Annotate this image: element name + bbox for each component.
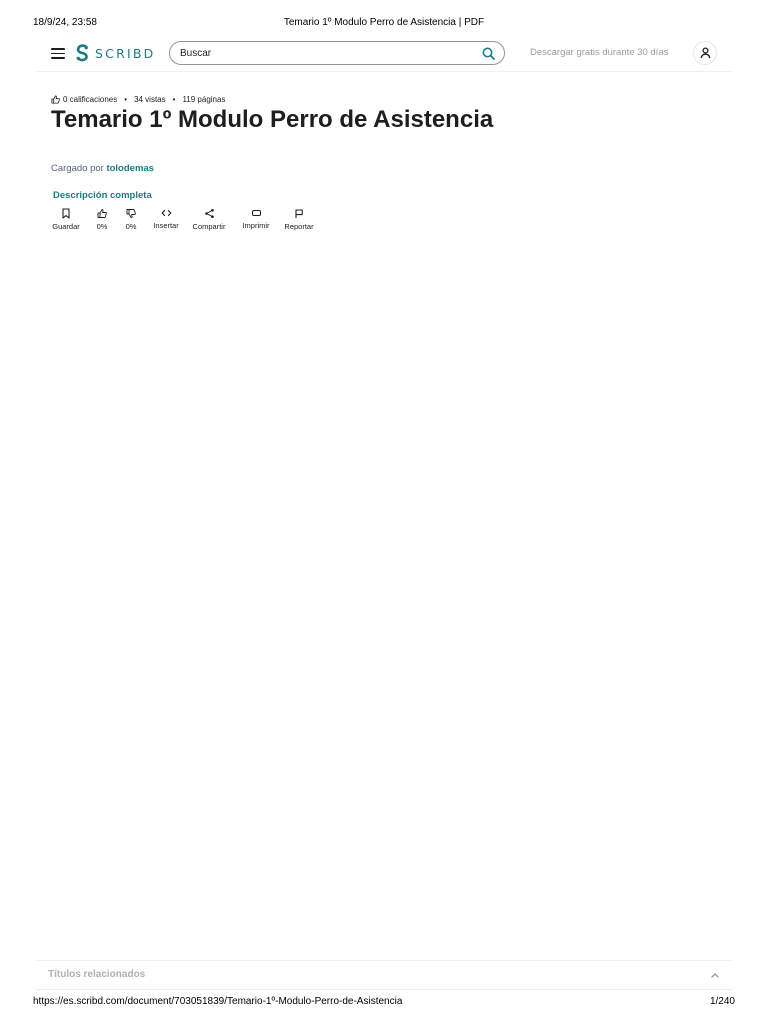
pages-count: 119 páginas <box>182 94 226 104</box>
like-percentage: 0% <box>96 222 108 231</box>
save-label: Guardar <box>52 222 80 231</box>
related-titles-bar[interactable]: Títulos relacionados <box>36 960 732 990</box>
print-footer: https://es.scribd.com/document/703051839… <box>0 996 768 1010</box>
share-button[interactable]: Compartir <box>188 208 230 238</box>
report-label: Reportar <box>284 222 314 231</box>
embed-button[interactable]: Insertar <box>148 208 184 238</box>
dislike-button[interactable]: 0% <box>120 208 142 238</box>
scribd-logo-mark-icon <box>76 44 88 62</box>
embed-label: Insertar <box>153 221 179 230</box>
chevron-up-icon[interactable] <box>710 971 720 979</box>
save-button[interactable]: Guardar <box>47 208 85 238</box>
print-label: Imprimir <box>242 221 270 230</box>
account-button[interactable] <box>693 41 717 65</box>
thumbs-up-icon <box>97 209 107 218</box>
share-icon <box>204 209 214 218</box>
print-icon <box>251 210 261 216</box>
full-description-link[interactable]: Descripción completa <box>53 190 152 201</box>
like-button[interactable]: 0% <box>91 208 113 238</box>
author-link[interactable]: tolodemas <box>106 163 154 174</box>
share-label: Compartir <box>192 222 226 231</box>
views-count: 34 vistas <box>134 94 166 104</box>
print-page-number: 1/240 <box>709 996 735 1007</box>
thumbs-up-icon <box>51 94 60 104</box>
code-icon <box>161 209 171 217</box>
print-header: 18/9/24, 23:58 Temario 1º Modulo Perro d… <box>0 17 768 31</box>
search-input[interactable] <box>180 46 470 61</box>
print-button[interactable]: Imprimir <box>237 208 275 238</box>
meta-separator: • <box>172 94 176 104</box>
user-icon <box>700 47 711 59</box>
ratings-count: 0 calificaciones <box>63 94 118 104</box>
top-navigation-bar: SCRIBD Descargar gratis durante 30 días <box>36 38 732 72</box>
document-meta: 0 calificaciones • 34 vistas • 119 págin… <box>51 93 225 105</box>
print-title: Temario 1º Modulo Perro de Asistencia | … <box>283 17 485 28</box>
uploaded-by: Cargado por tolodemas <box>51 163 154 174</box>
search-bar[interactable] <box>169 41 505 65</box>
print-url: https://es.scribd.com/document/703051839… <box>33 996 403 1007</box>
meta-separator: • <box>124 94 128 104</box>
scribd-logo-text: SCRIBD <box>95 45 156 61</box>
document-title: Temario 1º Modulo Perro de Asistencia <box>51 106 494 133</box>
free-trial-link[interactable]: Descargar gratis durante 30 días <box>530 47 668 58</box>
flag-icon <box>295 209 303 218</box>
dislike-percentage: 0% <box>125 222 137 231</box>
report-button[interactable]: Reportar <box>280 208 318 238</box>
hamburger-menu-icon[interactable] <box>51 48 65 59</box>
scribd-logo[interactable]: SCRIBD <box>74 43 155 63</box>
bookmark-icon <box>62 208 70 219</box>
related-titles-label: Títulos relacionados <box>48 969 146 980</box>
thumbs-down-icon <box>126 209 136 218</box>
search-icon[interactable] <box>482 47 495 60</box>
uploaded-by-label: Cargado por <box>51 163 104 174</box>
